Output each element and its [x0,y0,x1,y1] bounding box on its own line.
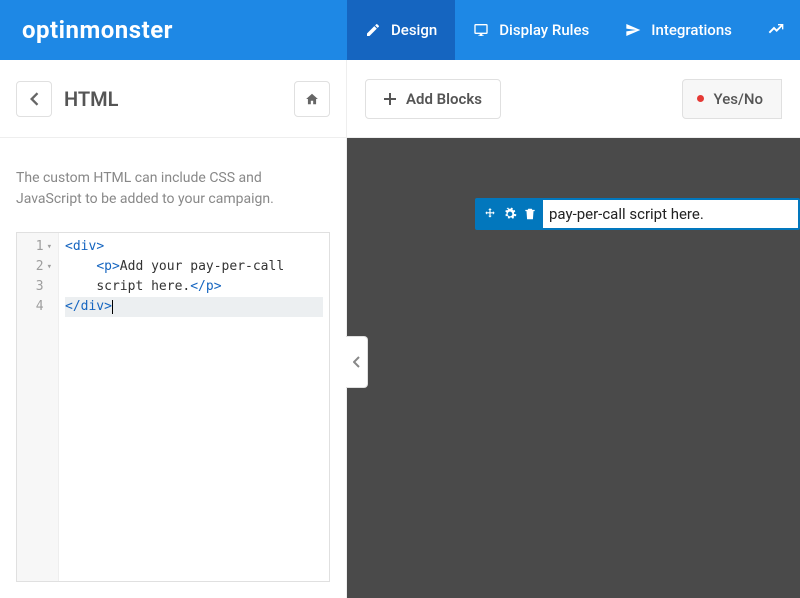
gutter-line: 3 [36,277,44,297]
left-panel: The custom HTML can include CSS and Java… [0,138,347,598]
move-icon [483,207,497,221]
add-blocks-label: Add Blocks [406,90,482,108]
code-line: <div> [65,237,323,257]
brand-text: optinmonster [22,16,173,44]
sub-bar-right: Add Blocks Yes/No [347,60,800,137]
gutter: 1▾ 2▾ 3▾ 4▾ [17,233,59,581]
monitor-icon [473,22,489,38]
fold-icon[interactable]: ▾ [47,237,52,257]
preview-text: pay-per-call script here. [543,205,704,223]
fold-icon[interactable]: ▾ [47,257,52,277]
nav-design[interactable]: Design [347,0,455,60]
nav-integrations-label: Integrations [651,21,732,39]
chevron-left-icon [353,356,361,368]
block-toolbar [477,200,543,228]
gutter-line: 2 [36,257,44,277]
section-title: HTML [64,87,282,111]
sub-bar-left: HTML [0,60,347,137]
sub-bar: HTML Add Blocks Yes/No [0,60,800,138]
main: The custom HTML can include CSS and Java… [0,138,800,598]
yesno-button[interactable]: Yes/No [682,79,782,119]
gutter-line: 4 [36,297,44,317]
code-editor[interactable]: 1▾ 2▾ 3▾ 4▾ <div> <p>Add your pay-per-ca… [16,232,330,582]
caret-icon [112,300,113,314]
add-blocks-button[interactable]: Add Blocks [365,79,501,119]
nav-display-rules[interactable]: Display Rules [455,0,607,60]
move-button[interactable] [483,207,497,221]
code-line-active: </div> [65,297,323,317]
gutter-line: 1 [36,237,44,257]
back-button[interactable] [16,81,52,117]
code-line: <p>Add your pay-per-call [65,257,323,277]
plus-icon [384,93,396,105]
gear-icon [503,207,517,221]
delete-button[interactable] [523,207,537,221]
pencil-icon [365,22,381,38]
nav-items: Design Display Rules Integrations [347,0,790,60]
nav-display-rules-label: Display Rules [499,21,589,39]
settings-button[interactable] [503,207,517,221]
logo: optinmonster [0,16,347,44]
code-line: script here.</p> [65,277,323,297]
yesno-label: Yes/No [714,90,763,108]
send-icon [625,22,641,38]
nav-design-label: Design [391,21,437,39]
hint-text: The custom HTML can include CSS and Java… [16,168,330,210]
nav-integrations[interactable]: Integrations [607,0,750,60]
chevron-left-icon [29,92,39,106]
canvas: pay-per-call script here. [347,138,800,598]
top-nav: optinmonster Design Display Rules Integr… [0,0,800,60]
home-button[interactable] [294,81,330,117]
nav-analytics[interactable] [750,0,790,60]
code-area[interactable]: <div> <p>Add your pay-per-call script he… [59,233,329,581]
chart-icon [768,22,784,38]
home-icon [305,92,319,106]
status-dot-icon [697,95,704,102]
preview-block[interactable]: pay-per-call script here. [475,198,800,230]
collapse-panel-button[interactable] [346,336,368,388]
trash-icon [523,207,537,221]
